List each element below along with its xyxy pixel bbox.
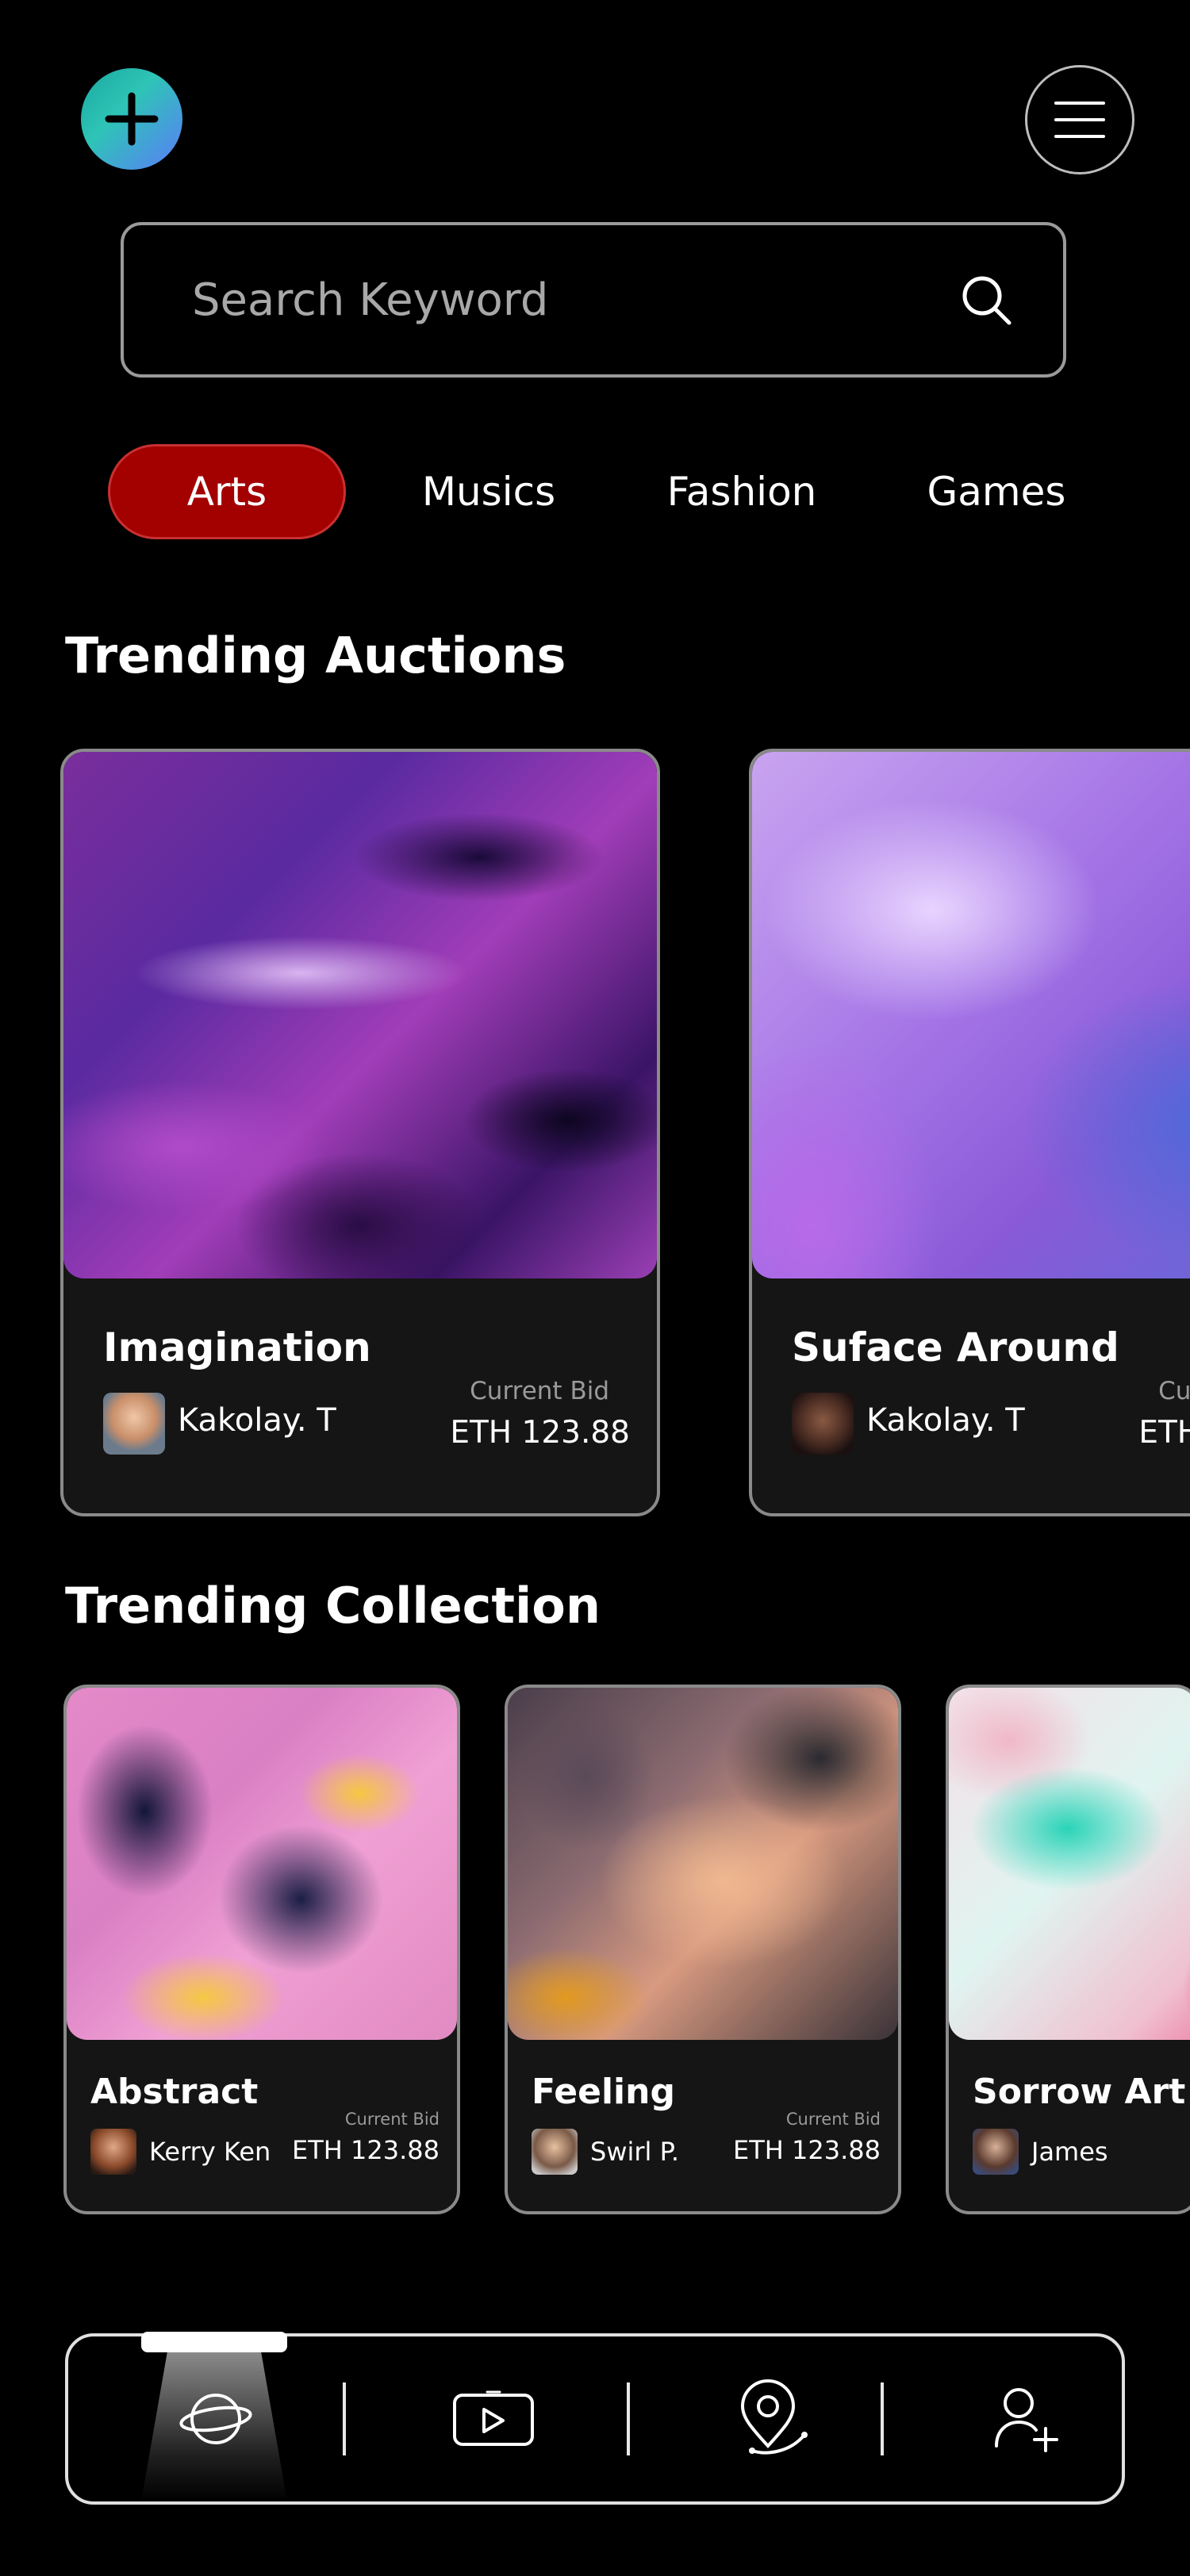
menu-button[interactable] [1025, 65, 1134, 174]
creator-name: Swirl P. [590, 2137, 680, 2167]
category-label: Fashion [666, 469, 817, 515]
category-chip-arts[interactable]: Arts [108, 444, 346, 539]
current-bid-value: ETH 123.88 [450, 1415, 630, 1451]
avatar [90, 2129, 136, 2175]
creator-name: Kerry Ken [149, 2137, 271, 2167]
location-route-icon [740, 2379, 808, 2455]
artwork-name: Abstract [90, 2072, 259, 2112]
artwork-image [752, 752, 1190, 1278]
trending-collection-title: Trending Collection [65, 1577, 601, 1635]
current-bid-value: ETH 123.88 [292, 2135, 440, 2165]
nav-divider [627, 2382, 630, 2455]
avatar [103, 1393, 165, 1455]
category-chip-games[interactable]: Games [895, 444, 1098, 539]
artwork-name: Sorrow Art [973, 2072, 1186, 2112]
hamburger-menu-icon [1054, 102, 1105, 138]
creator-name: Kakolay. T [178, 1402, 336, 1439]
bottom-navigation [65, 2332, 1125, 2505]
add-button[interactable] [81, 68, 182, 170]
collection-card[interactable]: Sorrow Art James [946, 1685, 1190, 2214]
planet-icon [179, 2394, 252, 2444]
current-bid-label: Current Bid [344, 2110, 440, 2129]
collection-card[interactable]: Abstract Kerry Ken Current Bid ETH 123.8… [63, 1685, 460, 2214]
artwork-image [508, 1688, 898, 2040]
nav-item-add-user[interactable] [963, 2336, 1090, 2501]
creator-name: Kakolay. T [866, 1402, 1025, 1439]
current-bid-label: Current Bid [785, 2110, 881, 2129]
nav-item-explore[interactable] [138, 2336, 294, 2501]
trending-auctions-title: Trending Auctions [65, 627, 566, 684]
artwork-name: Imagination [103, 1324, 371, 1370]
auction-card[interactable]: Imagination Kakolay. T Current Bid ETH 1… [60, 749, 660, 1516]
artwork-name: Feeling [532, 2072, 675, 2112]
auction-card[interactable]: Suface Around Kakolay. T Current Bid ETH… [749, 749, 1190, 1516]
artwork-image [63, 752, 657, 1278]
search-input[interactable] [192, 274, 958, 326]
current-bid-value: ETH 123.88 [733, 2135, 881, 2165]
artwork-image [949, 1688, 1190, 2040]
category-label: Arts [186, 469, 267, 515]
artwork-image [67, 1688, 457, 2040]
category-label: Games [927, 469, 1066, 515]
plus-icon [105, 92, 159, 146]
category-chip-fashion[interactable]: Fashion [635, 444, 849, 539]
search-bar [121, 222, 1066, 378]
current-bid-label: Current Bid [470, 1377, 609, 1405]
avatar [973, 2129, 1019, 2175]
collection-card[interactable]: Feeling Swirl P. Current Bid ETH 123.88 [505, 1685, 901, 2214]
search-icon[interactable] [958, 272, 1014, 328]
avatar [532, 2129, 578, 2175]
video-play-icon [453, 2390, 534, 2446]
category-chip-musics[interactable]: Musics [387, 444, 590, 539]
nav-item-location[interactable] [709, 2336, 836, 2501]
current-bid-label: Current Bid [1158, 1377, 1190, 1405]
creator-name: James [1031, 2137, 1108, 2167]
category-label: Musics [421, 469, 556, 515]
nav-divider [881, 2382, 884, 2455]
nav-item-videos[interactable] [430, 2336, 557, 2501]
artwork-name: Suface Around [792, 1324, 1119, 1370]
current-bid-value: ETH 123.88 [1138, 1415, 1190, 1451]
avatar [792, 1393, 854, 1455]
nav-divider [343, 2382, 346, 2455]
add-user-icon [995, 2388, 1058, 2452]
